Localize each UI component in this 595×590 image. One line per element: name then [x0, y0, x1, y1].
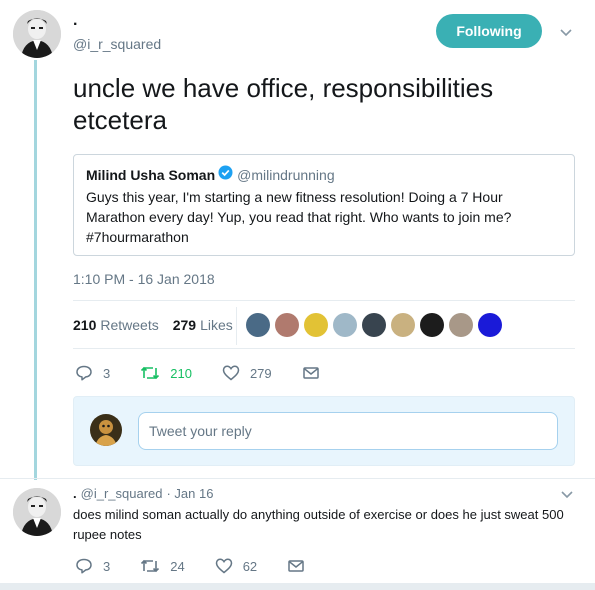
following-button[interactable]: Following [436, 14, 542, 48]
reply-icon [76, 558, 92, 574]
like-count: 279 [249, 365, 272, 381]
tweet-text: uncle we have office, responsibilities e… [73, 73, 494, 135]
reply-date[interactable]: · Jan 16 [166, 486, 213, 501]
envelope-icon [288, 560, 304, 572]
likes-stat[interactable]: 279 Likes [173, 317, 233, 333]
tweet-actions: 3 210 279 [75, 364, 360, 382]
liker-avatar[interactable] [420, 313, 444, 337]
quoted-text: Guys this year, I'm starting a new fitne… [86, 189, 512, 245]
reply-header: . @i_r_squared · Jan 16 [73, 486, 213, 501]
chevron-down-icon[interactable] [557, 24, 575, 42]
reply-actions: 3 24 62 [75, 557, 345, 575]
author-handle[interactable]: @i_r_squared [73, 36, 161, 52]
like-button[interactable]: 62 [215, 557, 257, 575]
tweet-stats: 210 Retweets 279 Likes [73, 317, 247, 333]
likes-count: 279 [172, 317, 197, 333]
avatar[interactable] [13, 10, 61, 58]
liker-avatar[interactable] [304, 313, 328, 337]
reply-placeholder: Tweet your reply [149, 423, 252, 439]
reply-author-name[interactable]: . [73, 486, 77, 501]
tweet-timestamp[interactable]: 1:10 PM - 16 Jan 2018 [73, 271, 215, 287]
composer-avatar [90, 414, 122, 446]
quoted-author-name: Milind Usha Soman [86, 166, 216, 183]
heart-icon [215, 558, 232, 574]
heart-icon [222, 365, 240, 381]
retweets-label: Retweets [100, 317, 159, 333]
divider [73, 348, 575, 349]
retweet-button[interactable]: 210 [140, 364, 192, 382]
liker-avatar[interactable] [362, 313, 386, 337]
reply-count: 3 [103, 558, 111, 574]
divider [0, 583, 595, 590]
liker-avatar[interactable] [391, 313, 415, 337]
retweet-count: 210 [170, 365, 192, 381]
direct-message-button[interactable] [287, 557, 315, 575]
reply-button[interactable]: 3 [75, 557, 110, 575]
quoted-author-handle: @milindrunning [237, 166, 335, 183]
divider [0, 478, 595, 479]
reply-button[interactable]: 3 [75, 364, 110, 382]
chevron-down-icon[interactable] [558, 486, 576, 504]
retweet-icon [141, 366, 160, 380]
author-name[interactable]: . [73, 12, 77, 30]
thread-line [34, 60, 37, 480]
retweet-count: 24 [170, 558, 185, 574]
reply-text: does milind soman actually do anything o… [73, 507, 564, 542]
quoted-tweet[interactable]: Milind Usha Soman @milindrunning Guys th… [73, 154, 575, 256]
likes-label: Likes [200, 317, 233, 333]
liker-avatars [246, 313, 507, 337]
like-button[interactable]: 279 [222, 364, 272, 382]
direct-message-button[interactable] [302, 364, 330, 382]
retweet-icon [141, 559, 160, 573]
retweets-count: 210 [73, 317, 97, 333]
retweet-button[interactable]: 24 [140, 557, 185, 575]
liker-avatar[interactable] [275, 313, 299, 337]
like-count: 62 [242, 558, 258, 574]
verified-badge-icon [218, 165, 233, 184]
retweets-stat[interactable]: 210 Retweets [73, 317, 159, 333]
reply-input[interactable]: Tweet your reply [138, 412, 558, 450]
reply-count: 3 [103, 365, 111, 381]
liker-avatar[interactable] [333, 313, 357, 337]
reply-author-avatar[interactable] [13, 488, 61, 536]
stats-separator [236, 307, 237, 345]
envelope-icon [302, 367, 319, 379]
reply-icon [76, 365, 92, 381]
divider [73, 300, 575, 301]
liker-avatar[interactable] [246, 313, 270, 337]
reply-author-handle[interactable]: @i_r_squared [81, 486, 163, 501]
reply-composer: Tweet your reply [73, 396, 575, 466]
liker-avatar[interactable] [449, 313, 473, 337]
liker-avatar[interactable] [478, 313, 502, 337]
